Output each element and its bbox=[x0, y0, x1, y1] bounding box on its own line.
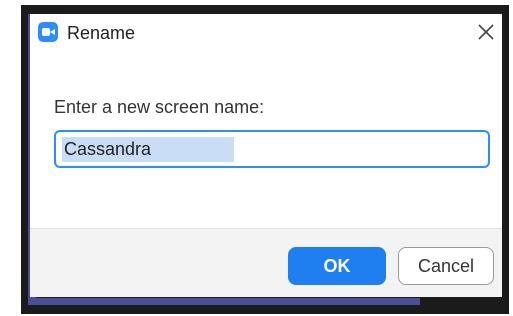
ok-button[interactable]: OK bbox=[288, 247, 386, 285]
camera-body-shape bbox=[42, 28, 50, 36]
screen-name-label: Enter a new screen name: bbox=[54, 97, 265, 117]
close-icon-glyph bbox=[478, 24, 494, 40]
dialog-titlebar: Rename bbox=[30, 14, 502, 60]
dialog-title: Rename bbox=[67, 23, 136, 43]
zoom-video-camera-icon bbox=[38, 22, 58, 42]
background-window-bottom-edge bbox=[28, 298, 420, 305]
screen-name-input-value[interactable]: Cassandra bbox=[64, 139, 151, 160]
cancel-button[interactable]: Cancel bbox=[398, 247, 494, 285]
close-icon[interactable] bbox=[476, 22, 496, 42]
rename-dialog: Rename Enter a new screen name: Cassandr… bbox=[30, 14, 502, 297]
camera-lens-shape bbox=[50, 29, 55, 35]
screen-name-input[interactable]: Cassandra bbox=[54, 130, 490, 168]
